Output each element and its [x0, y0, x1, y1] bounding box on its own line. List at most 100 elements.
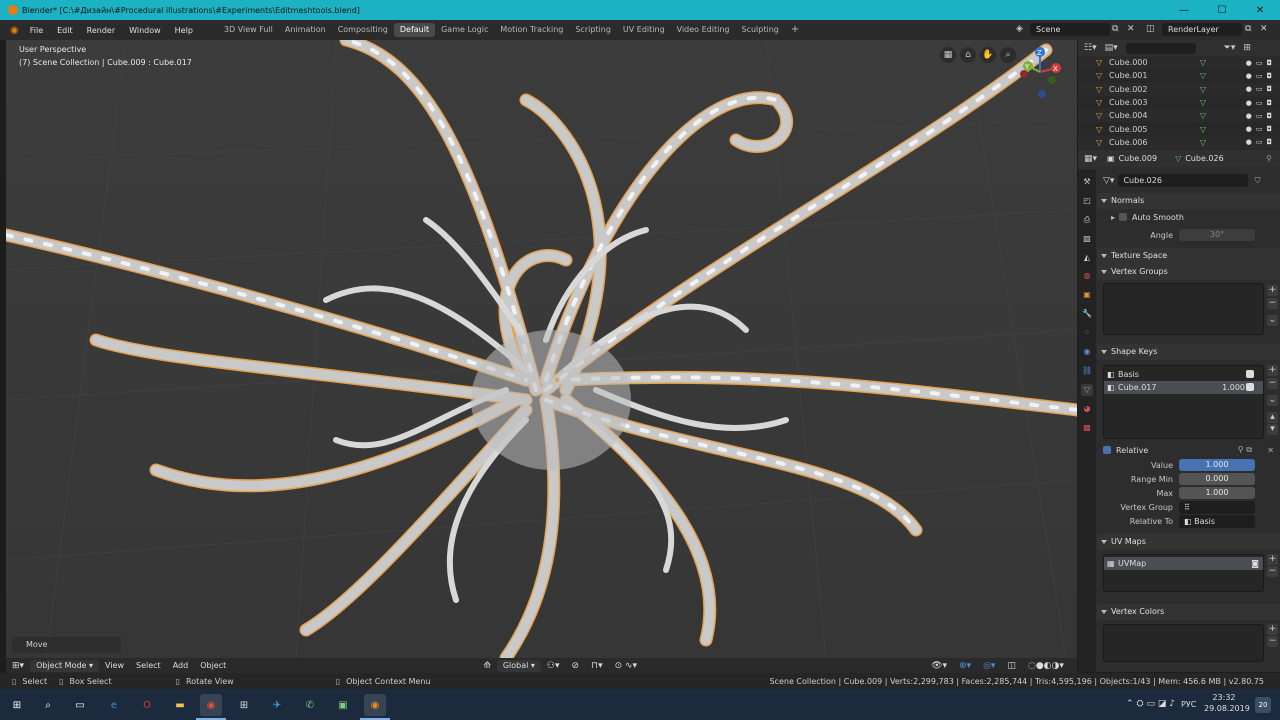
visibility-toggles[interactable]: ● ▭ ◘ — [1246, 99, 1272, 107]
object-mode-dropdown[interactable]: Object Mode ▾ — [30, 659, 100, 672]
maximize-button[interactable]: ☐ — [1203, 0, 1241, 20]
menu-file[interactable]: File — [23, 26, 50, 35]
viewport-icon[interactable]: ▭ — [1256, 138, 1263, 146]
opera-browser-icon[interactable]: O — [136, 694, 158, 716]
close-button[interactable]: ✕ — [1241, 0, 1279, 20]
3d-viewport[interactable]: User Perspective (7) Scene Collection | … — [6, 40, 1077, 658]
render-icon[interactable]: ◘ — [1266, 99, 1272, 107]
tab-sculpting[interactable]: Sculpting — [735, 23, 784, 37]
remove-vertex-color-button[interactable]: − — [1267, 636, 1278, 647]
visibility-icon[interactable]: 👁▾ — [925, 661, 953, 671]
editor-type-icon[interactable]: ⊞▾ — [6, 661, 30, 671]
copy-scene-icon[interactable]: ⧉ — [1112, 24, 1118, 34]
camera-view-icon[interactable]: ⌂ — [960, 47, 976, 63]
vertex-colors-list[interactable] — [1103, 624, 1264, 662]
render-icon[interactable]: ◘ — [1266, 112, 1272, 120]
render-icon[interactable]: ◘ — [1266, 72, 1272, 80]
notifications-badge[interactable]: 20 — [1255, 697, 1271, 713]
render-icon[interactable]: ◘ — [1266, 138, 1272, 146]
tab-animation[interactable]: Animation — [279, 23, 332, 37]
vertex-group-field[interactable]: ⠿ — [1179, 500, 1255, 514]
tab-video-editing[interactable]: Video Editing — [671, 23, 736, 37]
properties-editor-icon[interactable]: ▦▾ — [1084, 154, 1097, 164]
outliner-item[interactable]: ▽ Cube.005 ▽ ● ▭ ◘ — [1078, 122, 1280, 135]
vertex-colors-panel-header[interactable]: Vertex Colors — [1097, 604, 1280, 620]
render-tab-icon[interactable]: ◰ — [1081, 195, 1093, 207]
blender-menu-icon[interactable]: ◉ — [0, 25, 23, 36]
grid-view-icon[interactable]: ▦ — [940, 47, 956, 63]
uv-maps-list[interactable]: ▦ UVMap ◙ — [1103, 554, 1264, 592]
tab-3d-view-full[interactable]: 3D View Full — [218, 23, 279, 37]
messenger-icon[interactable]: ✆ — [299, 694, 321, 716]
add-workspace-button[interactable]: + — [785, 23, 805, 37]
orientation-dropdown[interactable]: Global ▾ — [496, 659, 541, 672]
outliner-item[interactable]: ▽ Cube.002 ▽ ● ▭ ◘ — [1078, 82, 1280, 96]
object-tab-icon[interactable]: ▣ — [1081, 289, 1093, 301]
eye-icon[interactable]: ● — [1246, 85, 1252, 93]
copy-layer-icon[interactable]: ⧉ — [1245, 24, 1251, 34]
render-layer-selector[interactable]: RenderLayer — [1162, 23, 1242, 36]
outliner-item[interactable]: ▽ Cube.004 ▽ ● ▭ ◘ — [1078, 109, 1280, 123]
outliner-search-input[interactable] — [1125, 42, 1196, 54]
uv-map-row[interactable]: ▦ UVMap ◙ — [1104, 557, 1263, 570]
mesh-datablock-field[interactable]: Cube.026 — [1118, 174, 1249, 187]
remove-uv-map-button[interactable]: − — [1267, 566, 1278, 577]
outliner-editor-icon[interactable]: ☷▾ — [1084, 43, 1097, 53]
relative-to-field[interactable]: ◧ Basis — [1179, 514, 1255, 528]
pin-icon[interactable]: ⚲ — [1266, 154, 1272, 163]
tab-default[interactable]: Default — [393, 23, 436, 37]
view-layer-tab-icon[interactable]: ▧ — [1081, 233, 1093, 245]
visibility-toggles[interactable]: ● ▭ ◘ — [1246, 125, 1272, 133]
fake-user-icon[interactable]: ⛉ — [1254, 176, 1260, 186]
tool-tab-icon[interactable]: ⚒ — [1081, 176, 1093, 188]
output-tab-icon[interactable]: ⎙ — [1081, 214, 1093, 226]
normals-panel-header[interactable]: Normals — [1097, 193, 1280, 209]
world-tab-icon[interactable]: ◍ — [1081, 270, 1093, 282]
shading-modes-icon[interactable]: ◌●◐◑▾ — [1022, 661, 1070, 671]
task-view-icon[interactable]: ▭ — [69, 694, 91, 716]
menu-help[interactable]: Help — [168, 26, 200, 35]
telegram-icon[interactable]: ✈ — [266, 694, 288, 716]
shape-keys-panel-header[interactable]: Shape Keys — [1097, 344, 1280, 360]
tab-scripting[interactable]: Scripting — [569, 23, 617, 37]
particles-tab-icon[interactable]: ⁘ — [1081, 327, 1093, 339]
delete-layer-icon[interactable]: ✕ — [1260, 24, 1268, 34]
edge-browser-icon[interactable]: e — [103, 694, 125, 716]
snap-icon[interactable]: ⊘ — [566, 661, 586, 671]
overlay-toggle-icon[interactable]: ◎▾ — [977, 661, 1001, 671]
outliner-item[interactable]: ▽ Cube.000 ▽ ● ▭ ◘ — [1078, 56, 1280, 70]
windows-start-icon[interactable]: ⊞ — [6, 694, 28, 716]
angle-field[interactable]: 30° — [1179, 229, 1255, 241]
tray-icons[interactable]: ⌃ ⛭ ▭ ◪ ♪ — [1126, 699, 1175, 709]
add-uv-map-button[interactable]: + — [1267, 554, 1278, 565]
display-mode-icon[interactable]: ▤▾ — [1105, 43, 1118, 53]
texture-space-panel-header[interactable]: Texture Space — [1097, 248, 1280, 264]
menu-object[interactable]: Object — [194, 661, 232, 670]
scene-selector[interactable]: Scene — [1030, 23, 1110, 36]
xray-toggle-icon[interactable]: ◫ — [1001, 661, 1022, 671]
uv-maps-panel-header[interactable]: UV Maps — [1097, 534, 1280, 550]
visibility-toggles[interactable]: ● ▭ ◘ — [1246, 59, 1272, 67]
menu-select[interactable]: Select — [130, 661, 167, 670]
eye-icon[interactable]: ● — [1246, 72, 1252, 80]
scene-tab-icon[interactable]: ◭ — [1081, 252, 1093, 264]
new-collection-icon[interactable]: ⊞ — [1243, 43, 1251, 53]
filter-icon[interactable]: ⏷▾ — [1224, 43, 1236, 53]
viewport-icon[interactable]: ▭ — [1256, 85, 1263, 93]
vertex-group-menu-button[interactable]: ⌄ — [1267, 315, 1278, 326]
vertex-groups-list[interactable] — [1103, 283, 1264, 335]
texture-tab-icon[interactable]: ▩ — [1081, 422, 1093, 434]
constraints-tab-icon[interactable]: ⛓ — [1081, 365, 1093, 377]
pin-shape-icon[interactable]: ⚲ ⧉ — [1238, 445, 1252, 455]
shape-key-value[interactable]: 1.000 — [1222, 381, 1245, 394]
auto-smooth-checkbox[interactable] — [1119, 213, 1128, 221]
shape-key-mute-checkbox[interactable] — [1246, 383, 1254, 391]
tab-game-logic[interactable]: Game Logic — [435, 23, 494, 37]
render-icon[interactable]: ◘ — [1266, 59, 1272, 67]
pan-hand-icon[interactable]: ✋ — [980, 47, 996, 63]
camera-icon[interactable]: ◙ — [1251, 557, 1259, 570]
visibility-toggles[interactable]: ● ▭ ◘ — [1246, 85, 1272, 93]
value-slider[interactable]: 1.000 — [1179, 459, 1255, 471]
menu-edit[interactable]: Edit — [50, 26, 80, 35]
viewport-icon[interactable]: ▭ — [1256, 112, 1263, 120]
